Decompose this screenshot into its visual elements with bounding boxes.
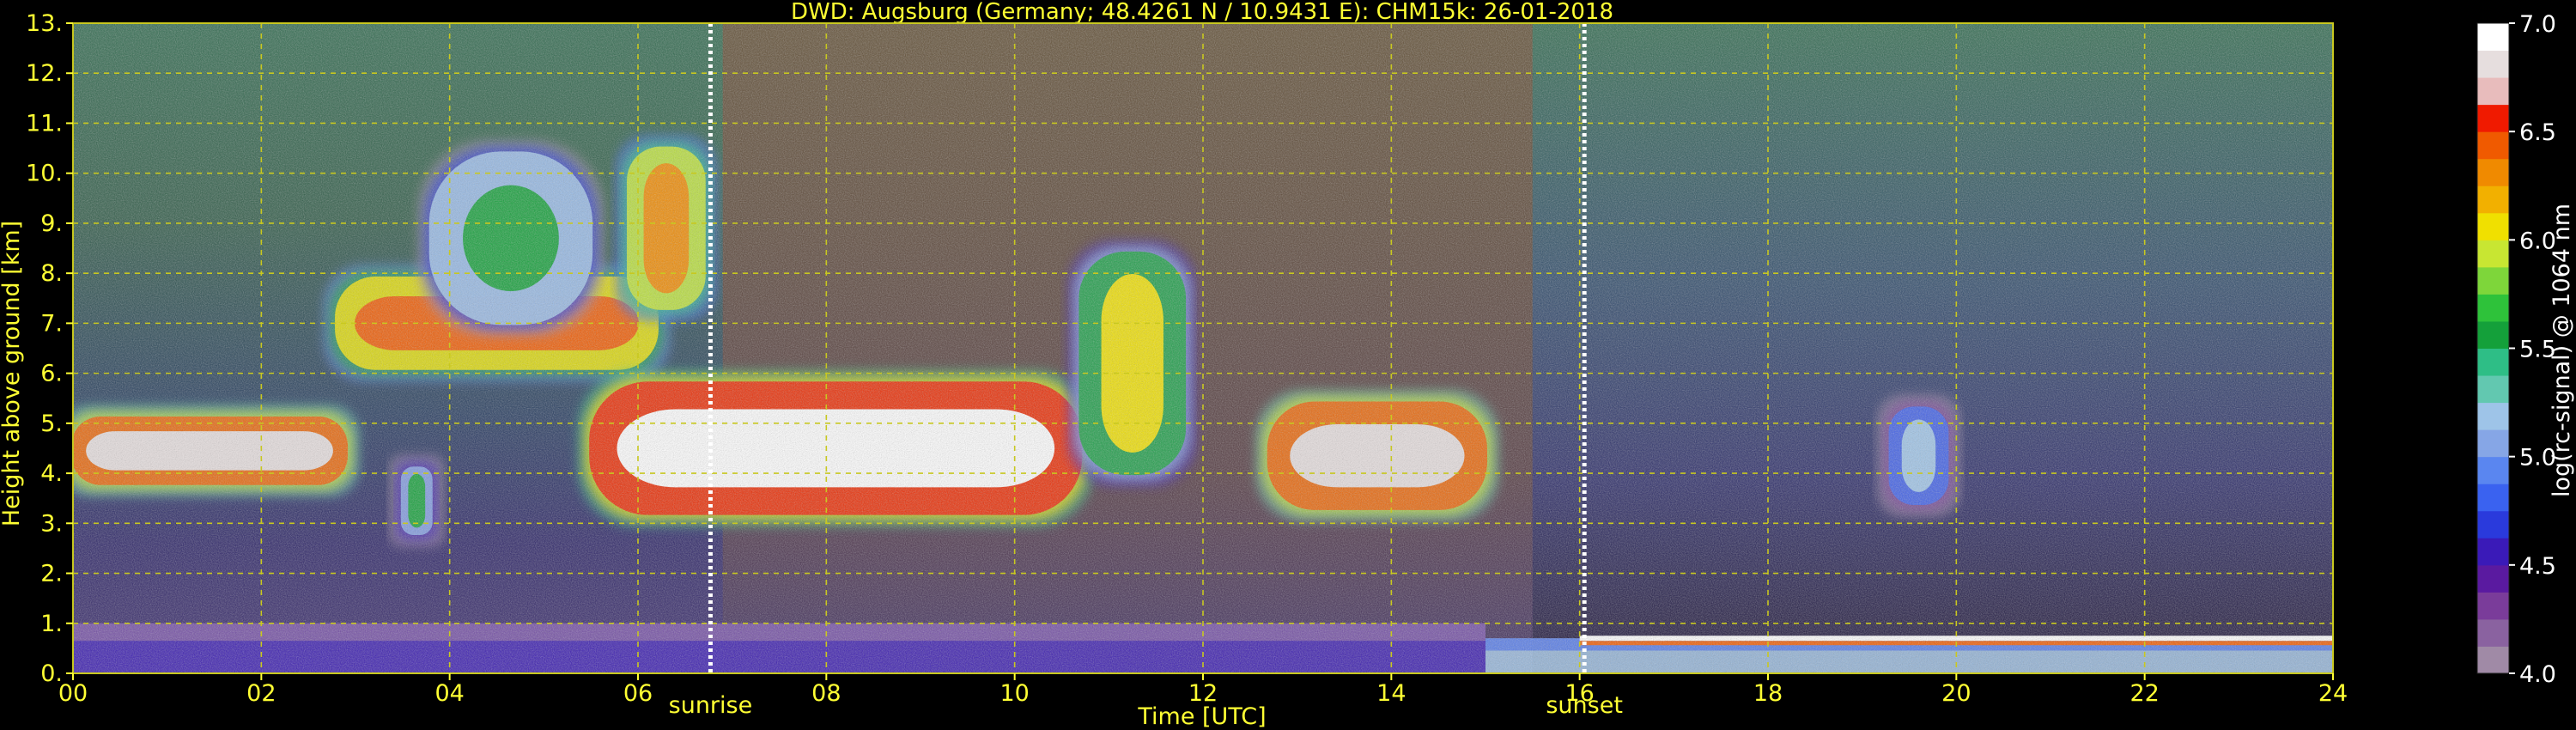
y-tick-label: 3. (40, 510, 63, 537)
colorbar-segment (2477, 510, 2509, 538)
colorbar: 4.04.55.05.56.06.57.0 (2476, 11, 2556, 688)
y-tick-label: 11. (26, 110, 63, 137)
y-tick-label: 12. (26, 60, 63, 87)
colorbar-segment (2477, 266, 2509, 295)
colorbar-segment (2477, 77, 2509, 106)
colorbar-segment (2477, 212, 2509, 240)
y-tick-label: 5. (40, 411, 63, 437)
y-tick-label: 4. (40, 460, 63, 487)
x-tick-label: 24 (2318, 680, 2348, 707)
colorbar-segment (2477, 320, 2509, 349)
colorbar-segment (2477, 158, 2509, 186)
plot-area (73, 23, 2333, 673)
y-tick-label: 10. (26, 161, 63, 187)
colorbar-segment (2477, 646, 2509, 674)
colorbar-tick-label: 4.5 (2519, 553, 2556, 580)
y-tick-label: 6. (40, 361, 63, 387)
x-tick-label: 22 (2129, 680, 2159, 707)
colorbar-segment (2477, 375, 2509, 404)
sun-marker-label: sunrise (669, 692, 753, 719)
backscatter-chart: DWD: Augsburg (Germany; 48.4261 N / 10.9… (0, 0, 2575, 730)
colorbar-segment (2477, 131, 2509, 160)
x-tick-label: 10 (999, 680, 1029, 707)
colorbar-segment (2477, 618, 2509, 647)
x-tick-label: 02 (246, 680, 276, 707)
x-tick-label: 06 (623, 680, 653, 707)
colorbar-tick-label: 6.5 (2519, 119, 2556, 146)
colorbar-segment (2477, 538, 2509, 566)
colorbar-tick-label: 7.0 (2519, 11, 2556, 38)
x-tick-label: 20 (1941, 680, 1971, 707)
y-tick-label: 8. (40, 260, 63, 287)
colorbar-segment (2477, 104, 2509, 132)
ceilometer-figure: DWD: Augsburg (Germany; 48.4261 N / 10.9… (0, 0, 2576, 730)
x-tick-label: 04 (434, 680, 464, 707)
colorbar-segment (2477, 186, 2509, 214)
colorbar-tick-label: 4.0 (2519, 661, 2556, 688)
y-tick-label: 7. (40, 310, 63, 337)
x-tick-label: 08 (811, 680, 841, 707)
colorbar-segment (2477, 240, 2509, 268)
colorbar-segment (2477, 402, 2509, 430)
y-tick-label: 0. (40, 660, 63, 687)
colorbar-label: log(rc-signal) @ 1064 nm (2549, 204, 2575, 497)
colorbar-segment (2477, 592, 2509, 620)
x-tick-label: 18 (1753, 680, 1783, 707)
colorbar-segment (2477, 294, 2509, 322)
colorbar-segment (2477, 23, 2509, 52)
y-tick-label: 1. (40, 611, 63, 637)
colorbar-segment (2477, 564, 2509, 593)
chart-title: DWD: Augsburg (Germany; 48.4261 N / 10.9… (791, 0, 1613, 25)
x-tick-label: 16 (1564, 680, 1594, 707)
x-tick-label: 14 (1376, 680, 1406, 707)
colorbar-segment (2477, 484, 2509, 512)
colorbar-segment (2477, 348, 2509, 376)
y-axis-label: Height above ground [km] (0, 221, 25, 526)
y-tick-label: 13. (26, 10, 63, 37)
colorbar-segment (2477, 456, 2509, 484)
colorbar-segment (2477, 429, 2509, 458)
x-axis-label: Time [UTC] (1137, 703, 1266, 730)
y-tick-label: 2. (40, 561, 63, 587)
colorbar-segment (2477, 50, 2509, 78)
y-tick-label: 9. (40, 210, 63, 237)
